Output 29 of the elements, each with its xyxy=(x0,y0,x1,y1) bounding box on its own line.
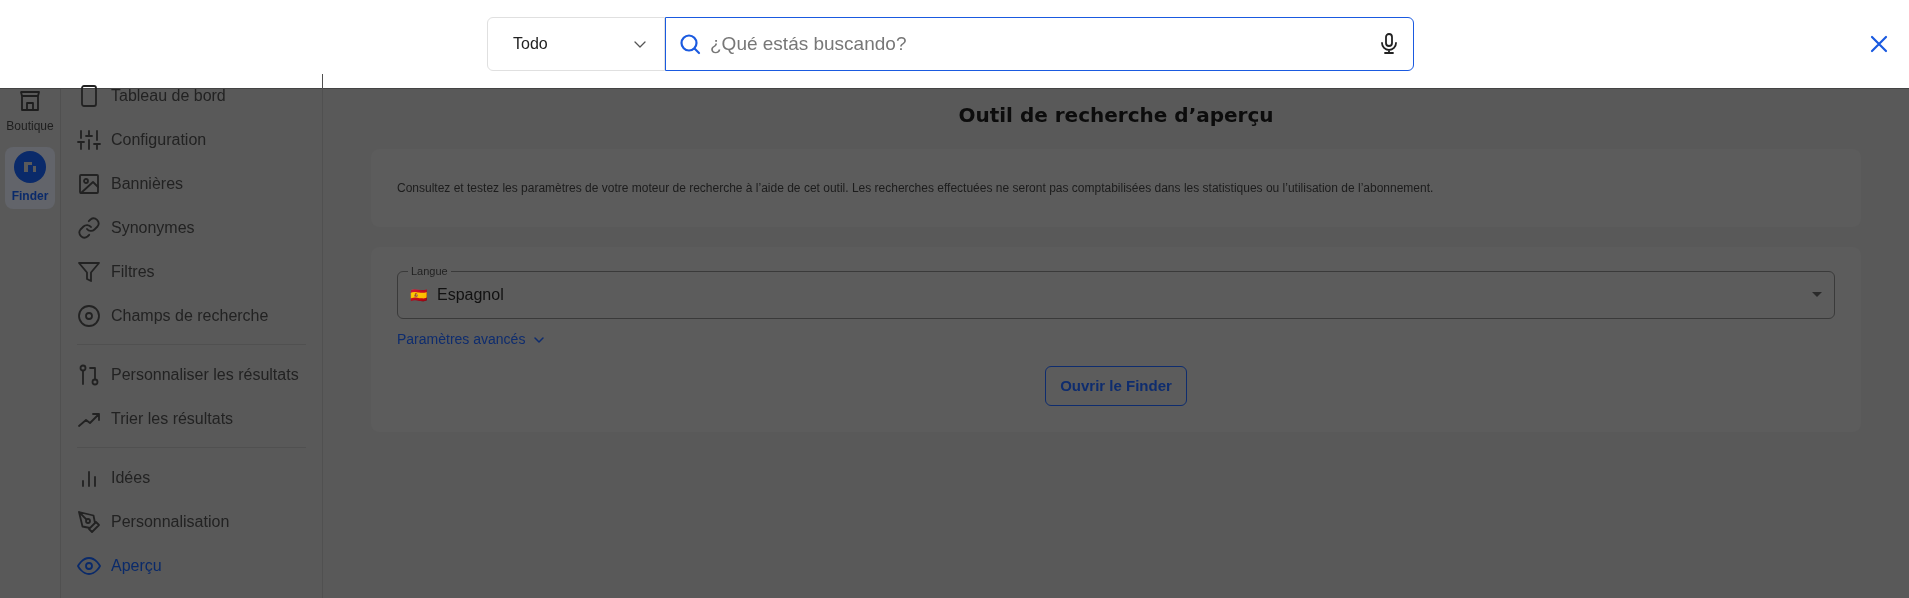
sidebar-item[interactable]: Tableau de bord xyxy=(77,74,306,118)
search-input[interactable]: ¿Qué estás buscando? xyxy=(710,29,1369,59)
advanced-settings-link[interactable]: Paramètres avancés xyxy=(397,329,546,350)
open-finder-button[interactable]: Ouvrir le Finder xyxy=(1045,366,1187,406)
sidebar-item[interactable]: Aperçu xyxy=(77,544,306,588)
sliders-icon xyxy=(77,128,101,152)
pen-tool-icon xyxy=(77,510,101,534)
finder-logo-icon xyxy=(14,151,46,183)
page-title: Outil de recherche d’aperçu xyxy=(958,102,1274,129)
link-icon xyxy=(77,216,101,240)
filter-icon xyxy=(77,260,101,284)
rail-item[interactable]: Boutique xyxy=(5,89,55,139)
sidebar-item[interactable]: Synonymes xyxy=(77,206,306,250)
store-icon xyxy=(18,89,42,113)
branch-icon xyxy=(77,363,101,387)
image-icon xyxy=(77,172,101,196)
target-icon xyxy=(77,304,101,328)
scope-select[interactable]: Todo xyxy=(487,17,665,71)
description-text: Consultez et testez les paramètres de votre moteur de recherche à l’aide de cet outil. Les recherches effectuées ne seront pas comptabilisées dans les statistiques ou l’utilisation de l’abonnement. xyxy=(397,180,1435,197)
sidebar-item[interactable]: Configuration xyxy=(77,118,306,162)
dropdown-arrow-icon xyxy=(1812,292,1822,298)
search-icon xyxy=(678,32,702,56)
eye-icon xyxy=(77,554,101,578)
rail-item[interactable]: Finder xyxy=(5,147,55,209)
sidebar-item[interactable]: Personnaliser les résultats xyxy=(77,353,306,397)
sidebar-item[interactable]: Personnalisation xyxy=(77,500,306,544)
search-bar[interactable]: ¿Qué estás buscando? xyxy=(665,17,1414,71)
close-icon[interactable] xyxy=(1869,34,1889,54)
spain-flag-icon: 🇪🇸 xyxy=(410,284,427,306)
